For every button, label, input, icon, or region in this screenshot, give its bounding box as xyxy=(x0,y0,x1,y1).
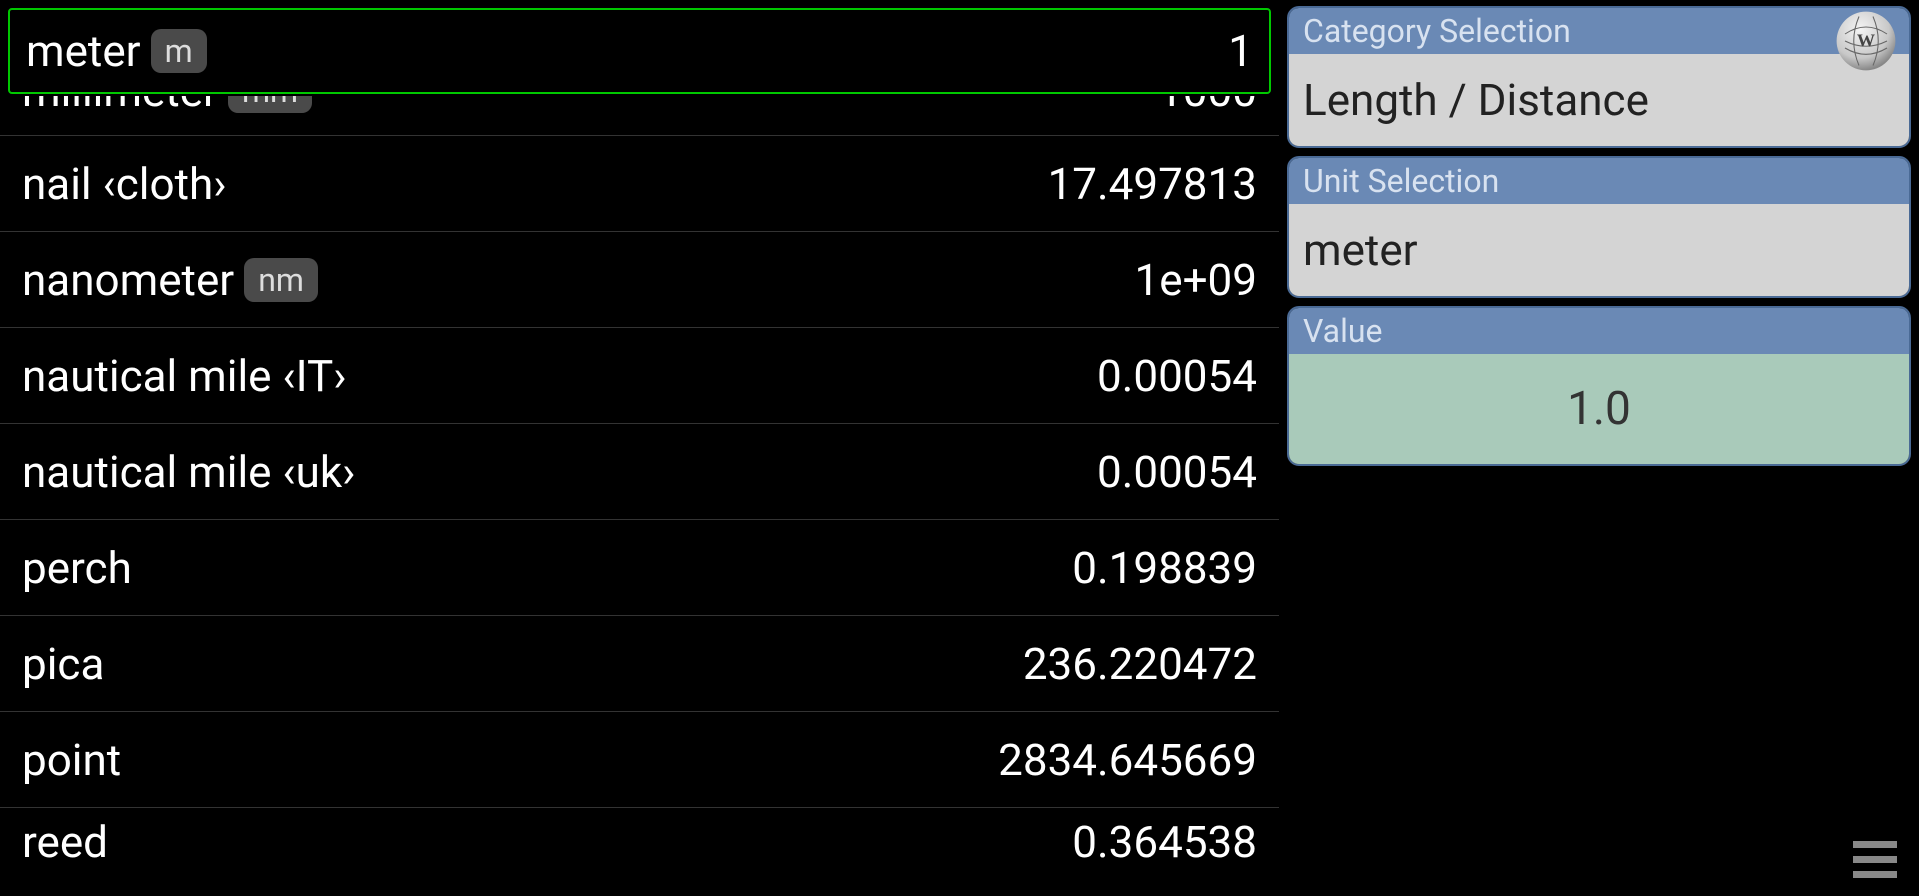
unit-row-label: point xyxy=(22,734,121,786)
category-section: Category Selection W Lengt xyxy=(1287,6,1911,148)
unit-row-name: nanometer xyxy=(22,254,234,306)
selected-unit-symbol: m xyxy=(151,29,207,73)
unit-row-value: 0.00054 xyxy=(1097,350,1257,402)
unit-label: Unit Selection xyxy=(1303,162,1499,200)
unit-row-name: point xyxy=(22,734,121,786)
unit-value: meter xyxy=(1303,224,1418,276)
unit-row-symbol: nm xyxy=(244,258,318,302)
unit-list[interactable]: millimeter mm 1000 nail ‹cloth› 17.497813 nan… xyxy=(0,96,1279,896)
value-input[interactable]: 1.0 xyxy=(1289,354,1909,464)
unit-row-label: nanometernm xyxy=(22,254,318,306)
value-display: 1.0 xyxy=(1567,382,1631,436)
unit-row-value: 0.198839 xyxy=(1072,542,1257,594)
category-label: Category Selection xyxy=(1303,12,1571,50)
unit-row[interactable]: perch 0.198839 xyxy=(0,520,1279,616)
unit-section: Unit Selection meter xyxy=(1287,156,1911,298)
value-header: Value xyxy=(1289,308,1909,354)
unit-row-label: millimeter mm xyxy=(22,96,312,135)
selected-unit-name: meter xyxy=(26,25,141,77)
unit-row[interactable]: nail ‹cloth› 17.497813 xyxy=(0,136,1279,232)
unit-row-value: 1000 xyxy=(1158,96,1257,117)
conversion-list-panel: meter m 1 millimeter mm 1000 nail ‹cloth› 17… xyxy=(0,0,1279,896)
unit-row-value: 236.220472 xyxy=(1023,638,1257,690)
unit-row[interactable]: millimeter mm 1000 xyxy=(0,96,1279,136)
unit-row-name: reed xyxy=(22,816,108,864)
unit-row-name: nautical mile ‹uk› xyxy=(22,446,355,498)
unit-row-label: nail ‹cloth› xyxy=(22,158,226,210)
selected-unit-row[interactable]: meter m 1 xyxy=(8,8,1271,94)
unit-row-name: millimeter xyxy=(22,96,218,117)
value-section: Value 1.0 xyxy=(1287,306,1911,466)
svg-text:W: W xyxy=(1857,31,1875,51)
category-value: Length / Distance xyxy=(1303,74,1649,126)
unit-header: Unit Selection xyxy=(1289,158,1909,204)
unit-row-name: perch xyxy=(22,542,132,594)
value-label: Value xyxy=(1303,312,1382,350)
unit-row-value: 2834.645669 xyxy=(998,734,1257,786)
controls-panel: Category Selection W Lengt xyxy=(1279,0,1919,896)
selected-unit-value: 1 xyxy=(1228,25,1253,77)
category-selector[interactable]: Length / Distance xyxy=(1289,54,1909,146)
unit-row-value: 1e+09 xyxy=(1135,254,1257,306)
unit-row-name: nail ‹cloth› xyxy=(22,158,226,210)
unit-row-value: 17.497813 xyxy=(1048,158,1257,210)
unit-row-name: nautical mile ‹IT› xyxy=(22,350,346,402)
unit-row-label: nautical mile ‹IT› xyxy=(22,350,346,402)
selected-unit-label: meter m xyxy=(26,25,207,77)
menu-icon[interactable] xyxy=(1853,841,1897,878)
unit-row-value: 0.364538 xyxy=(1072,816,1257,864)
category-header: Category Selection W xyxy=(1289,8,1909,54)
unit-row[interactable]: nautical mile ‹IT› 0.00054 xyxy=(0,328,1279,424)
unit-row-label: pica xyxy=(22,638,104,690)
unit-row-label: reed xyxy=(22,808,108,860)
unit-row-label: perch xyxy=(22,542,132,594)
unit-row[interactable]: point 2834.645669 xyxy=(0,712,1279,808)
unit-row-name: pica xyxy=(22,638,104,690)
unit-row[interactable]: reed 0.364538 xyxy=(0,808,1279,864)
unit-row-value: 0.00054 xyxy=(1097,446,1257,498)
unit-row-label: nautical mile ‹uk› xyxy=(22,446,355,498)
unit-row-symbol: mm xyxy=(228,96,312,113)
unit-row[interactable]: nautical mile ‹uk› 0.00054 xyxy=(0,424,1279,520)
wikipedia-icon[interactable]: W xyxy=(1831,6,1901,76)
unit-row[interactable]: pica 236.220472 xyxy=(0,616,1279,712)
unit-selector[interactable]: meter xyxy=(1289,204,1909,296)
unit-row[interactable]: nanometernm 1e+09 xyxy=(0,232,1279,328)
